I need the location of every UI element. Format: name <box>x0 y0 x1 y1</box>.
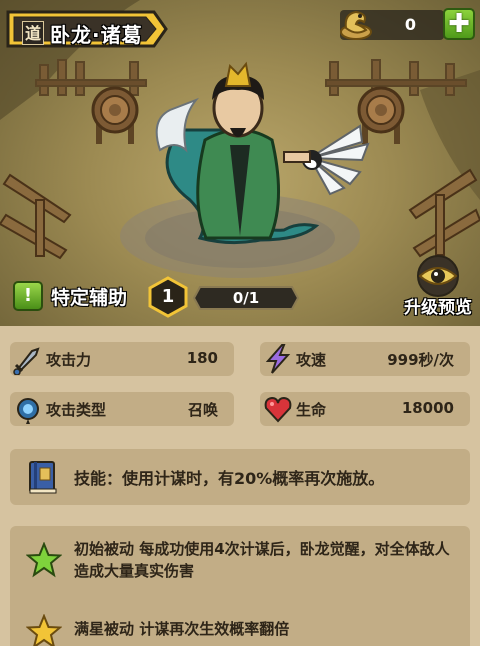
stat-label: 生命 <box>296 401 327 419</box>
stat-value: 999秒/次 <box>387 351 454 369</box>
lightning-icon <box>265 344 291 374</box>
plus-icon: ✚ <box>448 9 470 39</box>
stat-label: 攻速 <box>296 351 327 369</box>
star-level-badge: 1 <box>147 276 189 318</box>
gold-star-icon <box>26 614 62 646</box>
shard-progress-text: 0/1 <box>232 289 260 307</box>
stat-value: 18000 <box>401 399 454 417</box>
currency-counter: 0 <box>340 10 444 40</box>
path-tag: 道 <box>22 21 44 45</box>
summon-orb-icon <box>17 398 39 424</box>
dragon-coin-icon <box>340 10 372 40</box>
passive-skills-card: 初始被动 每成功使用4次计谋后，卧龙觉醒，对全体敌人造成大量真实伤害 满星被动 … <box>10 526 470 646</box>
heart-icon <box>264 396 292 423</box>
hero-showcase-scene: 道 卧龙·诸葛 0 ✚ ! 特定辅助 1 0/1 升级预览 <box>0 0 480 326</box>
shard-progress-bar: 0/1 <box>192 285 300 311</box>
sword-icon <box>13 347 40 375</box>
upgrade-preview-label: 升级预览 <box>404 298 472 318</box>
passive-description: 初始被动 每成功使用4次计谋后，卧龙觉醒，对全体敌人造成大量真实伤害 <box>74 540 450 580</box>
level-value: 1 <box>161 286 175 307</box>
hero-name: 卧龙·诸葛 <box>50 23 143 47</box>
hero-name-banner: 道 卧龙·诸葛 <box>6 8 168 50</box>
stat-value: 180 <box>186 349 218 367</box>
green-star-icon <box>26 542 62 578</box>
stat-label: 攻击类型 <box>46 401 107 419</box>
stat-attack: 攻击力 180 <box>10 342 234 376</box>
stat-health: 生命 18000 <box>260 392 470 426</box>
hero-info-panel: 攻击力 180 攻速 999秒/次 攻击类型 召唤 生命 18000 技能：使用… <box>0 326 480 646</box>
currency-value: 0 <box>404 15 416 34</box>
book-icon <box>29 461 57 494</box>
skill-card: 技能：使用计谋时，有20%概率再次施放。 <box>10 449 470 505</box>
upgrade-preview-button[interactable]: 升级预览 <box>396 254 480 324</box>
eye-icon <box>417 255 459 297</box>
passive-description: 满星被动 计谋再次生效概率翻倍 <box>74 620 290 638</box>
exclamation-icon: ! <box>13 281 43 311</box>
stat-label: 攻击力 <box>46 351 92 369</box>
skill-description: 技能：使用计谋时，有20%概率再次施放。 <box>74 469 385 488</box>
stat-value: 召唤 <box>187 401 218 419</box>
stat-attack-type: 攻击类型 召唤 <box>10 392 234 426</box>
add-currency-button[interactable]: ✚ <box>443 8 475 40</box>
stat-attack-speed: 攻速 999秒/次 <box>260 342 470 376</box>
hero-role-label: 特定辅助 <box>51 287 128 309</box>
